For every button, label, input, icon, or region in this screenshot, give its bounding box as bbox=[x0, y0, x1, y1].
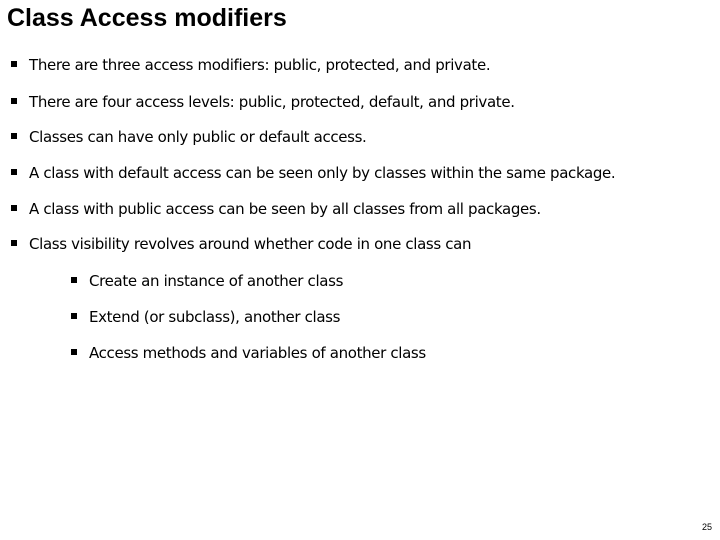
square-bullet-icon bbox=[71, 276, 77, 283]
square-bullet-icon bbox=[11, 132, 17, 139]
square-bullet-icon bbox=[11, 239, 17, 246]
sub-bullet-text: Access methods and variables of another … bbox=[89, 344, 426, 362]
bullet-text: Classes can have only public or default … bbox=[29, 128, 367, 146]
bullet-item: A class with default access can be seen … bbox=[11, 163, 616, 183]
sub-bullet-item: Create an instance of another class bbox=[71, 271, 343, 291]
bullet-text: A class with public access can be seen b… bbox=[29, 200, 541, 218]
bullet-text: There are four access levels: public, pr… bbox=[29, 93, 515, 111]
square-bullet-icon bbox=[11, 60, 17, 67]
bullet-item: Classes can have only public or default … bbox=[11, 127, 367, 147]
bullet-text: Class visibility revolves around whether… bbox=[29, 235, 472, 253]
bullet-item: Class visibility revolves around whether… bbox=[11, 234, 472, 254]
square-bullet-icon bbox=[11, 204, 17, 211]
bullet-item: There are four access levels: public, pr… bbox=[11, 92, 515, 112]
square-bullet-icon bbox=[71, 348, 77, 355]
sub-bullet-text: Extend (or subclass), another class bbox=[89, 308, 341, 326]
slide-title: Class Access modifiers bbox=[7, 4, 287, 32]
sub-bullet-text: Create an instance of another class bbox=[89, 272, 344, 290]
bullet-text: A class with default access can be seen … bbox=[29, 164, 616, 182]
bullet-text: There are three access modifiers: public… bbox=[29, 56, 491, 74]
square-bullet-icon bbox=[11, 168, 17, 175]
bullet-item: A class with public access can be seen b… bbox=[11, 199, 541, 219]
square-bullet-icon bbox=[11, 97, 17, 104]
square-bullet-icon bbox=[71, 312, 77, 319]
sub-bullet-item: Extend (or subclass), another class bbox=[71, 307, 340, 327]
page-number: 25 bbox=[701, 522, 712, 532]
sub-bullet-item: Access methods and variables of another … bbox=[71, 343, 426, 363]
bullet-item: There are three access modifiers: public… bbox=[11, 55, 491, 75]
